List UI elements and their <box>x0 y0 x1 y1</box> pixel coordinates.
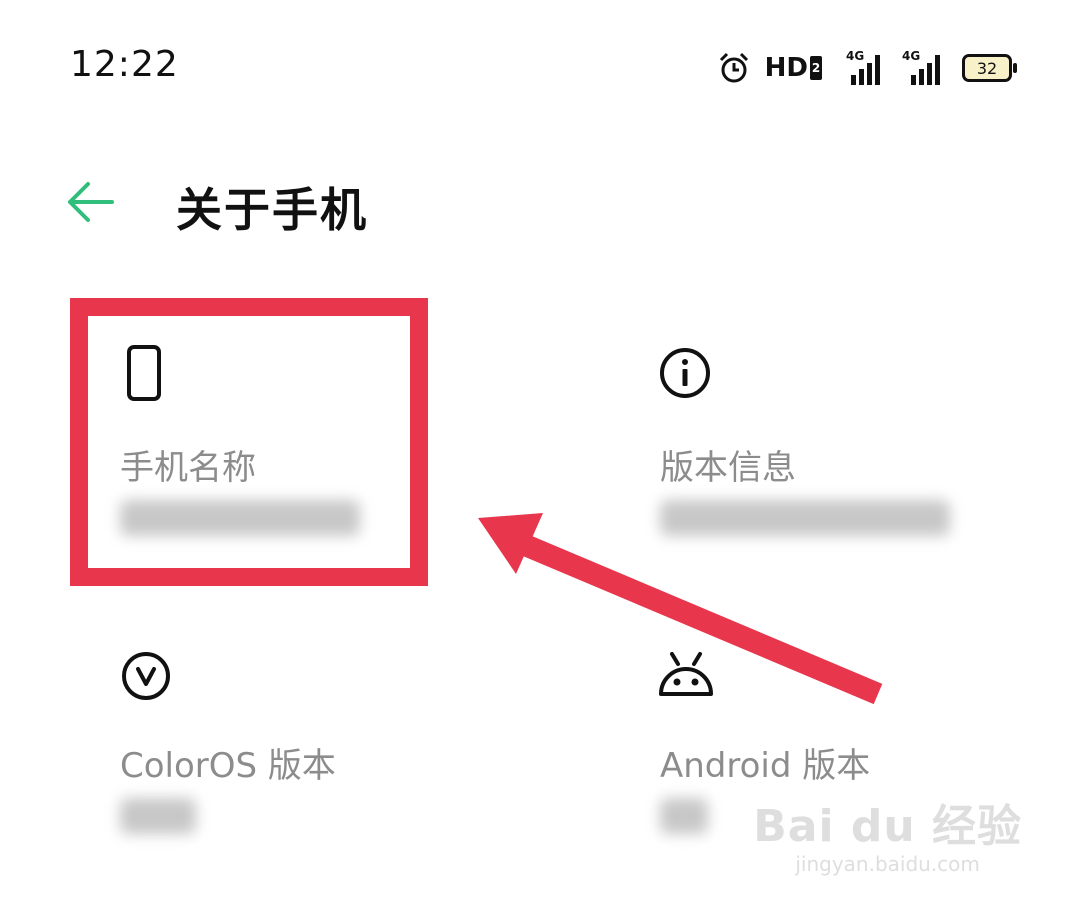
baidu-jingyan-watermark: Bai du 经验 jingyan.baidu.com <box>753 790 1022 876</box>
watermark-url: jingyan.baidu.com <box>795 852 980 876</box>
watermark-logo: Bai du 经验 <box>753 801 1022 852</box>
annotation-arrow-icon <box>478 513 883 705</box>
